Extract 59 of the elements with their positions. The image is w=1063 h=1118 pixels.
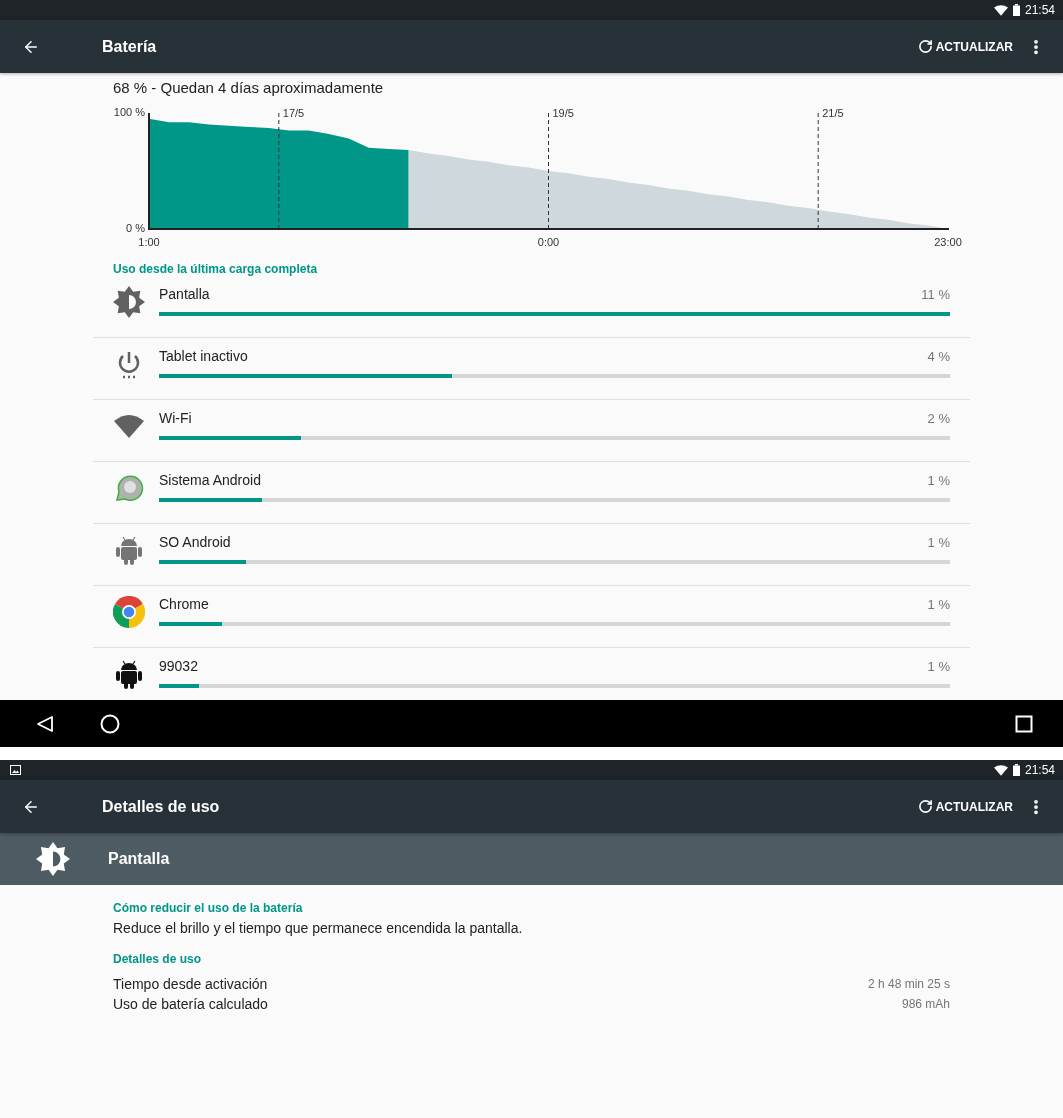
- date-label: 17/5: [282, 107, 305, 119]
- usage-percent: 11 %: [921, 286, 950, 302]
- date-label: 21/5: [822, 107, 844, 119]
- tip-text: Reduce el brillo y el tiempo que permanece encendida la pantalla.: [113, 920, 524, 936]
- y-axis-label: 0 %: [126, 221, 145, 234]
- wifi-icon: [993, 4, 1008, 16]
- header-title: Pantalla: [108, 850, 170, 868]
- usage-percent: 1 %: [927, 658, 950, 674]
- detail-label: Tiempo desde activación: [113, 976, 268, 992]
- usage-percent: 2 %: [927, 410, 950, 426]
- clock-time: 21:54: [1024, 763, 1055, 777]
- section-heading: Detalles de uso: [113, 952, 203, 966]
- usage-row[interactable]: SO Android 1 %: [93, 524, 970, 586]
- date-label: 19/5: [552, 107, 574, 119]
- refresh-icon: [917, 39, 933, 54]
- clock-time: 21:54: [1024, 3, 1055, 17]
- brightness-icon: [36, 842, 70, 876]
- app-name: Chrome: [159, 596, 209, 612]
- chrome-icon: [113, 596, 145, 628]
- app-name: Tablet inactivo: [159, 348, 248, 364]
- detail-label: Uso de batería calculado: [113, 996, 268, 1012]
- y-axis-label: 100 %: [113, 105, 145, 118]
- app-name: SO Android: [159, 534, 231, 550]
- battery-icon: [1012, 764, 1020, 776]
- x-axis-label: 1:00: [138, 236, 160, 248]
- usage-row[interactable]: Sistema Android 1 %: [93, 462, 970, 524]
- x-axis-label: 23:00: [934, 236, 962, 248]
- detail-value: 986 mAh: [901, 997, 950, 1011]
- app-name: Wi-Fi: [159, 410, 192, 426]
- usage-row[interactable]: Wi-Fi 2 %: [93, 400, 970, 462]
- app-name: 99032: [159, 658, 198, 674]
- battery-icon: [1012, 4, 1020, 16]
- toolbar-title: Batería: [102, 37, 158, 56]
- android-icon: [113, 534, 145, 566]
- usage-percent: 1 %: [927, 534, 950, 550]
- android-icon: [113, 658, 145, 690]
- usage-row[interactable]: Tablet inactivo 4 %: [93, 338, 970, 400]
- usage-percent: 1 %: [927, 596, 950, 612]
- section-heading: Cómo reducir el uso de la batería: [113, 901, 304, 915]
- usage-percent: 4 %: [927, 348, 950, 364]
- usage-percent: 1 %: [927, 472, 950, 488]
- recents-icon[interactable]: [1015, 714, 1033, 733]
- usage-row[interactable]: Chrome 1 %: [93, 586, 970, 648]
- app-name: Sistema Android: [159, 472, 261, 488]
- usage-row[interactable]: Pantalla 11 %: [93, 276, 970, 338]
- battery-summary: 68 % - Quedan 4 días aproximadamente: [113, 79, 385, 96]
- app-name: Pantalla: [159, 286, 210, 302]
- refresh-icon: [917, 799, 933, 814]
- home-icon[interactable]: [100, 713, 120, 734]
- image-notification-icon: [10, 765, 21, 775]
- brightness-icon: [113, 286, 145, 318]
- detail-value: 2 h 48 min 25 s: [867, 977, 950, 991]
- refresh-button[interactable]: ACTUALIZAR: [915, 795, 1015, 818]
- x-axis-label: 0:00: [537, 236, 560, 248]
- refresh-button[interactable]: ACTUALIZAR: [915, 35, 1015, 58]
- section-heading: Uso desde la última carga completa: [113, 262, 319, 276]
- wifi-icon: [993, 764, 1008, 776]
- back-icon[interactable]: [36, 714, 54, 733]
- toolbar-title: Detalles de uso: [102, 797, 221, 816]
